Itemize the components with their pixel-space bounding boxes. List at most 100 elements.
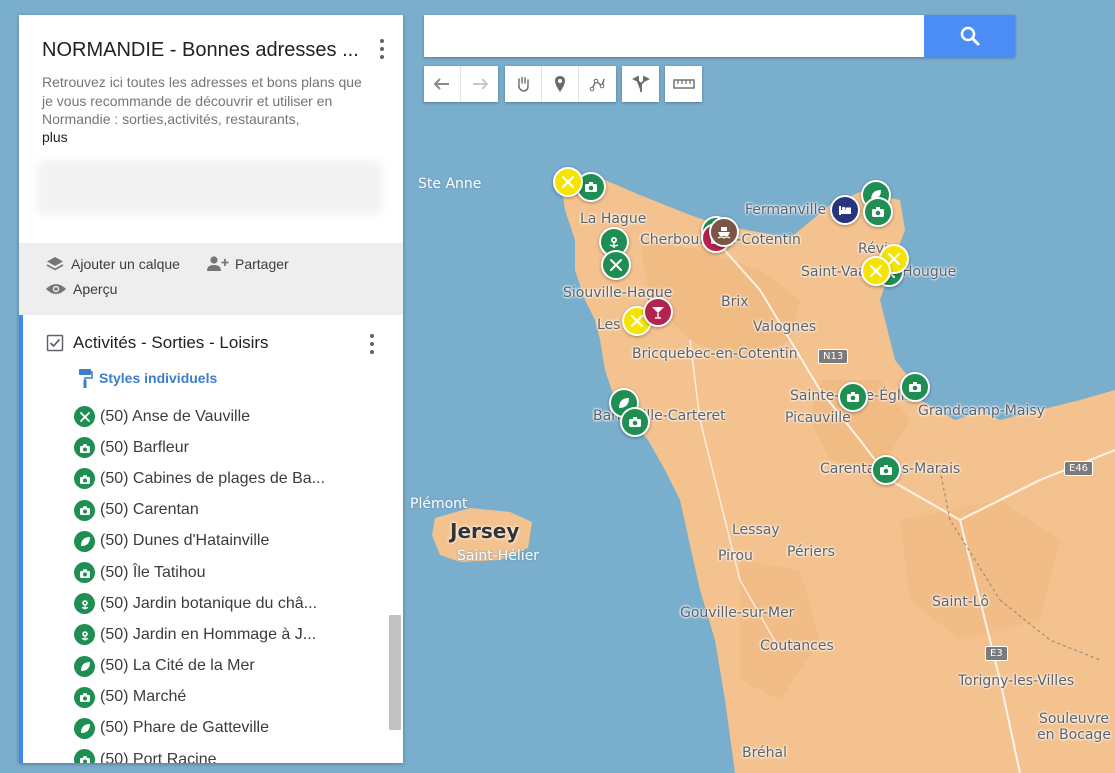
add-person-icon [207,256,229,271]
more-link[interactable]: plus [42,129,381,145]
pan-tool-button[interactable] [505,66,542,102]
list-item-label: (50) Île Tatihou [100,563,206,581]
cocktail-icon [652,307,664,319]
list-item-label: (50) Port Racine [100,750,217,763]
map-label: Gouville-sur-Mer [680,605,795,621]
hand-icon [518,76,529,92]
map-label: La Hague [580,211,647,227]
map-marker-camera[interactable] [871,455,901,485]
map-marker-camera[interactable] [620,407,650,437]
map-label: Plémont [410,496,468,512]
list-item-label: (50) Phare de Gatteville [100,719,269,737]
search-input[interactable] [424,15,924,57]
map-legend-panel: NORMANDIE - Bonnes adresses ... Retrouve… [19,15,403,763]
map-label: Périers [787,544,835,560]
list-item[interactable]: (50) Cabines de plages de Ba... [19,463,403,494]
leaf-icon [74,530,95,552]
camera-icon [74,686,95,708]
flower-icon [74,624,95,646]
list-item[interactable]: (50) Marché [19,682,403,713]
map-label: Saint-Lô [932,594,989,610]
redo-icon [472,78,488,90]
utensils-icon [561,175,575,189]
map-marker-ferry[interactable] [709,217,739,247]
directions-icon [631,75,650,92]
bed-icon [839,206,851,215]
map-marker-hotel[interactable] [830,195,860,225]
map-marker-camera[interactable] [863,197,893,227]
hiking-icon [610,259,622,271]
individual-styles-link[interactable]: Styles individuels [19,367,403,389]
map-label: Jersey [450,519,520,543]
map-label: Coutances [760,638,834,654]
leaf-icon [74,655,95,677]
list-item[interactable]: (50) Dunes d'Hatainville [19,526,403,557]
flower-icon [74,593,95,615]
share-button[interactable]: Partager [205,255,289,273]
list-item[interactable]: (50) Jardin en Hommage à J... [19,619,403,650]
measure-group [665,66,702,102]
scrollbar-thumb[interactable] [389,615,401,730]
undo-button[interactable] [424,66,461,102]
map-label: Les [597,317,621,333]
ruler-icon [672,79,695,89]
search-button[interactable] [924,15,1015,57]
share-label: Partager [235,256,289,272]
list-item[interactable]: (50) La Cité de la Mer [19,651,403,682]
ferry-icon [717,227,731,239]
list-item[interactable]: (50) Carentan [19,495,403,526]
layer-title[interactable]: Activités - Sorties - Loisirs [73,333,269,353]
add-layer-button[interactable]: Ajouter un calque [45,255,180,273]
list-item[interactable]: (50) Île Tatihou [19,557,403,588]
map-label: Fermanville [745,202,827,218]
flower-icon [609,237,619,248]
list-item[interactable]: (50) Port Racine [19,744,403,763]
road-shield: E3 [985,646,1008,661]
map-marker-hiking[interactable] [601,250,631,280]
camera-icon [629,417,641,427]
preview-button[interactable]: Aperçu [45,281,117,297]
map-marker-bar[interactable] [643,297,673,327]
draw-line-button[interactable] [579,66,616,102]
map-marker-camera[interactable] [900,372,930,402]
list-item-label: (50) Barfleur [100,438,189,456]
layer-section: Activités - Sorties - Loisirs Styles ind… [19,315,403,763]
measure-button[interactable] [665,66,702,102]
map-marker-restaurant[interactable] [553,167,583,197]
layer-options-button[interactable] [367,333,377,355]
map-label: Saint-Hélier [457,548,540,564]
map-marker-camera[interactable] [838,382,868,412]
map-label: Picauville [785,410,851,426]
list-item-label: (50) Dunes d'Hatainville [100,532,270,550]
list-item-label: (50) Carentan [100,501,199,519]
list-item[interactable]: (50) Barfleur [19,432,403,463]
list-item-label: (50) La Cité de la Mer [100,657,255,675]
list-item-label: (50) Marché [100,688,187,706]
map-title[interactable]: NORMANDIE - Bonnes adresses ... [42,39,362,62]
camera-icon [74,499,95,521]
map-options-button[interactable] [377,37,387,61]
directions-button[interactable] [622,66,659,102]
map-label: Brix [721,294,749,310]
map-marker-restaurant[interactable] [861,256,891,286]
list-item[interactable]: (50) Jardin botanique du châ... [19,588,403,619]
layer-header: Activités - Sorties - Loisirs [19,333,403,353]
hiking-icon [74,406,95,428]
road-shield: N13 [818,349,849,364]
camera-icon [847,392,859,402]
camera-icon [880,465,892,475]
redo-button[interactable] [461,66,498,102]
search-icon [960,26,979,46]
search-bar [424,15,1015,57]
list-item[interactable]: (50) Anse de Vauville [19,401,403,432]
directions-group [622,66,659,102]
layers-icon [46,257,64,271]
preview-label: Aperçu [73,281,118,297]
map-label: Bréhal [742,745,788,761]
map-label: Ste Anne [418,176,482,192]
layer-visibility-checkbox[interactable] [46,334,64,352]
undo-icon [433,78,449,90]
add-marker-button[interactable] [542,66,579,102]
list-item[interactable]: (50) Phare de Gatteville [19,713,403,744]
map-label: Grandcamp-Maisy [918,403,1045,419]
